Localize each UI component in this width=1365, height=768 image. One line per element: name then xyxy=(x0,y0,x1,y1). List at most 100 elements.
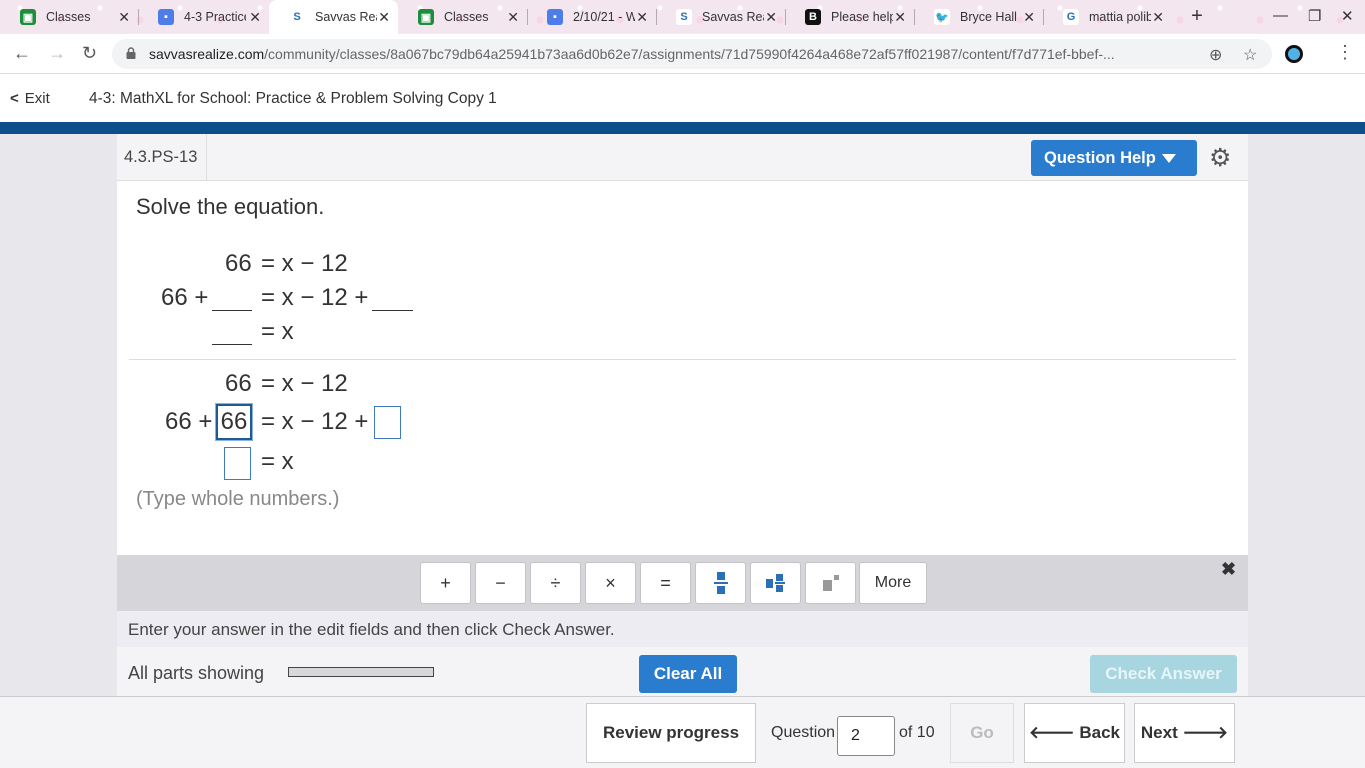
divide-icon[interactable]: ÷ xyxy=(530,562,581,604)
back-label: Back xyxy=(1079,723,1120,742)
tab-close-icon[interactable]: ✕ xyxy=(636,9,648,26)
question-panel: 4.3.PS-13 Question Help ⚙ Solve the equa… xyxy=(117,134,1248,696)
zoom-icon[interactable]: ⊕ xyxy=(1209,45,1222,65)
exponent-icon[interactable] xyxy=(805,562,856,604)
all-parts-label: All parts showing xyxy=(128,663,265,683)
tab-label: 2/10/21 - W xyxy=(573,10,635,24)
reload-icon[interactable]: ↻ xyxy=(82,43,97,64)
times-icon[interactable]: × xyxy=(585,562,636,604)
minimize-icon[interactable]: — xyxy=(1273,7,1288,24)
lock-icon xyxy=(126,47,136,59)
savvas-icon: S xyxy=(676,9,692,25)
google-classroom-assignment-icon: ▪ xyxy=(547,9,563,25)
template-line1-right: = x − 12 xyxy=(261,250,348,277)
template-line2-left: 66 + xyxy=(161,284,209,311)
tab-close-icon[interactable]: ✕ xyxy=(894,9,906,26)
arrow-left-icon: 🡐 xyxy=(1029,723,1075,742)
tab-label: 4-3 Practice xyxy=(184,10,246,24)
divider xyxy=(129,359,1236,360)
check-answer-button[interactable]: Check Answer xyxy=(1090,655,1237,693)
question-number-input[interactable]: 2 xyxy=(837,716,895,756)
more-button[interactable]: More xyxy=(859,562,927,604)
close-window-icon[interactable]: ✕ xyxy=(1341,7,1354,25)
mixed-number-glyph xyxy=(765,574,785,592)
answer-field-1[interactable]: 66 xyxy=(216,404,252,440)
exit-button[interactable]: < Exit xyxy=(10,90,50,107)
forward-arrow-icon[interactable]: → xyxy=(48,43,66,64)
plus-icon[interactable]: + xyxy=(420,562,471,604)
tab-close-icon[interactable]: ✕ xyxy=(249,9,261,26)
tab-close-icon[interactable]: ✕ xyxy=(1023,9,1035,26)
back-arrow-icon[interactable]: ← xyxy=(13,43,31,64)
bookmark-star-icon[interactable]: ☆ xyxy=(1243,45,1257,65)
question-total-label: of 10 xyxy=(899,724,935,741)
browser-menu-icon[interactable]: ⋮ xyxy=(1336,42,1354,63)
template-line3-right: = x xyxy=(261,318,294,345)
tab-close-icon[interactable]: ✕ xyxy=(1152,9,1164,26)
clear-all-button[interactable]: Clear All xyxy=(639,655,737,693)
question-label: Question xyxy=(771,724,836,741)
next-label: Next xyxy=(1140,723,1178,742)
assignment-title: 4-3: MathXL for School: Practice & Probl… xyxy=(89,90,497,107)
chevron-left-icon: < xyxy=(10,90,19,107)
template-blank-2 xyxy=(372,310,413,311)
answer-field-3[interactable] xyxy=(224,447,251,480)
tab-close-icon[interactable]: ✕ xyxy=(765,9,777,26)
answer-line2-mid: = x − 12 + xyxy=(261,408,369,435)
tab-label: Savvas Realize xyxy=(702,10,764,24)
savvas-icon: S xyxy=(289,9,305,25)
equals-icon[interactable]: = xyxy=(640,562,691,604)
address-bar[interactable]: savvasrealize.com/community/classes/8a06… xyxy=(112,39,1272,69)
answer-footer: All parts showing Clear All Check Answer xyxy=(117,647,1248,696)
restore-icon[interactable]: ❐ xyxy=(1308,7,1321,25)
browser-tab[interactable]: Gmattia polibio✕ xyxy=(1043,0,1172,34)
url-text: savvasrealize.com/community/classes/8a06… xyxy=(149,46,1115,62)
answer-line1-right: = x − 12 xyxy=(261,370,348,397)
next-button[interactable]: Next 🡒 xyxy=(1134,703,1235,763)
tab-label: mattia polibio xyxy=(1089,10,1151,24)
answer-line1-left: 66 xyxy=(225,370,252,397)
browser-tab[interactable]: 🐦 Bryce Hall ✕ xyxy=(914,0,1043,34)
browser-tab[interactable]: S Savvas Realize✕ xyxy=(269,0,398,34)
math-palette: + − ÷ × = More ✖ xyxy=(117,555,1248,611)
question-navigation: Review progress Question 2 of 10 Go 🡐 Ba… xyxy=(0,696,1365,768)
browser-toolbar: ← → ↻ savvasrealize.com/community/classe… xyxy=(0,34,1365,74)
go-button[interactable]: Go xyxy=(950,703,1014,763)
gear-icon[interactable]: ⚙ xyxy=(1209,143,1231,173)
assignment-header: < Exit 4-3: MathXL for School: Practice &… xyxy=(0,74,1365,122)
browser-tab[interactable]: S Savvas Realize✕ xyxy=(656,0,785,34)
google-classroom-assignment-icon: ▪ xyxy=(158,9,174,25)
question-help-button[interactable]: Question Help xyxy=(1031,140,1197,176)
tab-label: Savvas Realize xyxy=(315,10,377,24)
tab-close-icon[interactable]: ✕ xyxy=(507,9,519,26)
answer-line2-left: 66 + xyxy=(165,408,213,435)
status-message: Enter your answer in the edit fields and… xyxy=(117,611,1248,647)
extension-icon[interactable] xyxy=(1285,45,1303,63)
fraction-icon[interactable] xyxy=(695,562,746,604)
close-palette-icon[interactable]: ✖ xyxy=(1221,559,1236,580)
tab-close-icon[interactable]: ✕ xyxy=(118,9,130,26)
exit-label: Exit xyxy=(24,90,50,107)
tab-label: Please help xyxy=(831,10,893,24)
browser-tab[interactable]: ▪ 4-3 Practice ✕ xyxy=(138,0,269,34)
minus-icon[interactable]: − xyxy=(475,562,526,604)
exponent-glyph xyxy=(822,575,839,591)
mixed-number-icon[interactable] xyxy=(750,562,801,604)
back-button[interactable]: 🡐 Back xyxy=(1024,703,1125,763)
new-tab-button[interactable]: + xyxy=(1184,4,1210,30)
tab-label: Classes xyxy=(444,10,489,24)
caret-down-icon xyxy=(1161,154,1176,164)
question-id: 4.3.PS-13 xyxy=(117,134,207,181)
browser-tab[interactable]: ▣ Classes ✕ xyxy=(398,0,527,34)
review-progress-button[interactable]: Review progress xyxy=(586,703,756,763)
answer-field-2[interactable] xyxy=(374,406,401,439)
answer-hint: (Type whole numbers.) xyxy=(136,488,340,510)
browser-tab[interactable]: B Please help ✕ xyxy=(785,0,914,34)
browser-tab[interactable]: ▣ Classes ✕ xyxy=(0,0,138,34)
question-header: 4.3.PS-13 Question Help ⚙ xyxy=(117,134,1248,181)
question-instruction: Solve the equation. xyxy=(136,194,325,219)
google-classroom-icon: ▣ xyxy=(20,9,36,25)
browser-tab[interactable]: ▪ 2/10/21 - W ✕ xyxy=(527,0,656,34)
tab-close-icon[interactable]: ✕ xyxy=(378,9,390,26)
twitter-icon: 🐦 xyxy=(934,9,950,25)
